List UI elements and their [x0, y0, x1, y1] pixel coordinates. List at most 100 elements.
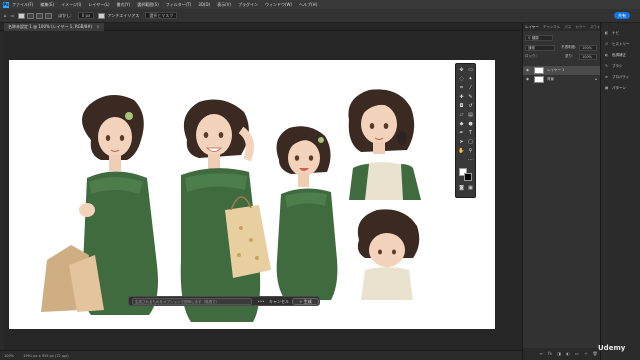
artboard-tool-icon[interactable]: ▭	[467, 67, 474, 74]
stamp-tool-icon[interactable]: ◘	[458, 103, 465, 110]
more-options-icon[interactable]: •••	[257, 298, 265, 305]
character-4	[348, 89, 421, 200]
crop-tool-icon[interactable]: ⌗	[458, 85, 465, 92]
menu-filter[interactable]: フィルター(T)	[166, 2, 191, 8]
subtract-selection-toggle[interactable]	[36, 12, 44, 19]
photoshop-logo-icon[interactable]: Ps	[3, 1, 9, 8]
rail-navigator-label: ナビ	[612, 31, 619, 35]
brush-tool-icon[interactable]: ✎	[467, 94, 474, 101]
document-tab[interactable]: 名称未設定 1 @ 100% (レイヤー 1, RGB/8#) ×	[4, 23, 104, 31]
history-brush-icon[interactable]: ↺	[467, 103, 474, 110]
layer-thumbnail	[534, 67, 544, 74]
properties-icon: ≡	[605, 75, 608, 79]
panel-tabs: レイヤー チャンネル パス カラー スウォッチ グラデ パターン	[523, 23, 640, 31]
character-3	[276, 126, 338, 300]
character-5	[357, 209, 420, 300]
new-selection-toggle[interactable]	[18, 12, 26, 19]
cancel-button[interactable]: キャンセル	[269, 298, 289, 305]
select-and-mask-button[interactable]: 選択とマスク	[145, 12, 178, 19]
feather-input[interactable]: 0 px	[77, 12, 95, 19]
path-select-icon[interactable]: ➤	[458, 139, 465, 146]
share-button[interactable]: 共有	[614, 12, 630, 19]
blend-mode-select[interactable]: 通常	[525, 45, 555, 51]
gradient-tool-icon[interactable]: ▤	[467, 112, 474, 119]
rail-navigator[interactable]: ◧ ナビ	[605, 29, 619, 37]
adjustments-icon: ◐	[605, 53, 609, 57]
rail-properties[interactable]: ≡ プロパティ	[605, 73, 629, 81]
opacity-input[interactable]: 100%	[579, 45, 597, 51]
pen-tool-icon[interactable]: ✒	[458, 130, 465, 137]
rail-patterns[interactable]: ▦ パターン	[605, 84, 626, 92]
eyedropper-tool-icon[interactable]: ⁄	[467, 85, 474, 92]
visibility-eye-icon[interactable]: ◉	[526, 66, 529, 75]
adjustment-layer-icon[interactable]: ◐	[565, 351, 571, 357]
more-tools-icon[interactable]: ⋯	[467, 157, 474, 164]
add-selection-toggle[interactable]	[27, 12, 35, 19]
rail-history[interactable]: ↺ ヒストリー	[605, 40, 630, 48]
healing-tool-icon[interactable]: ✚	[458, 94, 465, 101]
tab-channels[interactable]: チャンネル	[543, 25, 560, 30]
close-tab-icon[interactable]: ×	[96, 24, 99, 29]
new-layer-icon[interactable]: ＋	[583, 351, 589, 357]
fill-label: 塗り:	[565, 54, 574, 58]
shape-tool-icon[interactable]: ▢	[467, 139, 474, 146]
menu-view[interactable]: 表示(V)	[217, 2, 231, 8]
options-bar: ⌂ ▭ ぼかし: 0 px アンチエイリアス 選択とマスク	[0, 9, 640, 23]
feather-label: ぼかし:	[58, 12, 72, 18]
screen-mode-icon[interactable]: ▣	[467, 185, 474, 192]
rail-properties-label: プロパティ	[612, 75, 630, 79]
layer-filter-select[interactable]: ⚲ 種類	[525, 35, 553, 41]
magic-wand-tool-icon[interactable]: ✦	[467, 76, 474, 83]
move-tool-icon[interactable]: ✥	[458, 67, 465, 74]
hand-tool-icon[interactable]: ✋	[458, 148, 465, 155]
visibility-eye-icon[interactable]: ◉	[526, 75, 529, 84]
dodge-tool-icon[interactable]: ●	[467, 121, 474, 128]
menu-window[interactable]: ウィンドウ(W)	[265, 2, 292, 8]
layer-row-background[interactable]: ◉ 背景 🔒︎	[523, 75, 601, 84]
intersect-selection-toggle[interactable]	[45, 12, 53, 19]
generative-fill-prompt-input[interactable]: 生成されるものをオプションで説明します（英語で）	[132, 298, 252, 305]
layer-row-1[interactable]: ◉ レイヤー 1	[523, 66, 601, 75]
layer-name: 背景	[547, 77, 554, 81]
document-canvas[interactable]	[9, 60, 495, 329]
eraser-tool-icon[interactable]: ▱	[458, 112, 465, 119]
fill-input[interactable]: 100%	[579, 54, 597, 60]
layer-style-icon[interactable]: fx	[547, 351, 553, 357]
menu-select[interactable]: 選択範囲(S)	[137, 2, 159, 8]
menu-edit[interactable]: 編集(E)	[40, 2, 54, 8]
pattern-icon: ▦	[605, 86, 609, 90]
layer-thumbnail	[534, 76, 544, 83]
marquee-tool-icon[interactable]: ▭	[11, 13, 15, 18]
background-color-swatch[interactable]	[464, 173, 472, 181]
rail-brushes[interactable]: ✎ ブラシ	[605, 62, 622, 70]
tab-color[interactable]: カラー	[575, 25, 586, 30]
home-icon[interactable]: ⌂	[4, 13, 7, 18]
character-2	[180, 99, 271, 322]
lasso-tool-icon[interactable]: ◌	[458, 76, 465, 83]
tools-panel: ✥ ▭ ◌ ✦ ⌗ ⁄ ✚ ✎ ◘ ↺ ▱ ▤ ◆ ● ✒ T ➤ ▢ ✋ ⚲ …	[455, 63, 476, 198]
add-mask-icon[interactable]: ◨	[556, 351, 562, 357]
menu-layer[interactable]: レイヤー(L)	[88, 2, 109, 8]
menu-image[interactable]: イメージ(I)	[61, 2, 81, 8]
quick-mask-icon[interactable]: ◙	[458, 185, 465, 192]
new-group-icon[interactable]: ▭	[574, 351, 580, 357]
tab-paths[interactable]: パス	[564, 25, 571, 30]
generate-button[interactable]: ✧ 生成	[292, 298, 319, 305]
menu-3d[interactable]: 3D(D)	[198, 2, 210, 7]
rail-adjustments[interactable]: ◐ 色調補正	[605, 51, 626, 59]
blur-tool-icon[interactable]: ◆	[458, 121, 465, 128]
menu-file[interactable]: ファイル(F)	[12, 2, 33, 8]
type-tool-icon[interactable]: T	[467, 130, 474, 137]
layers-panel-footer: ∞ fx ◨ ◐ ▭ ＋ 🗑︎	[523, 348, 601, 360]
document-size: 1991 px x 935 px (72 ppi)	[23, 354, 69, 358]
zoom-level[interactable]: 100%	[4, 354, 14, 358]
rail-adjustments-label: 色調補正	[612, 53, 626, 57]
menu-plugins[interactable]: プラグイン	[238, 2, 258, 8]
antialias-checkbox[interactable]: アンチエイリアス	[98, 12, 139, 19]
menu-type[interactable]: 書式(Y)	[117, 2, 131, 8]
lock-icon: 🔒︎	[595, 77, 597, 81]
zoom-tool-icon[interactable]: ⚲	[467, 148, 474, 155]
link-layers-icon[interactable]: ∞	[538, 351, 544, 357]
menu-help[interactable]: ヘルプ(H)	[299, 2, 317, 8]
tab-layers[interactable]: レイヤー	[525, 25, 539, 30]
